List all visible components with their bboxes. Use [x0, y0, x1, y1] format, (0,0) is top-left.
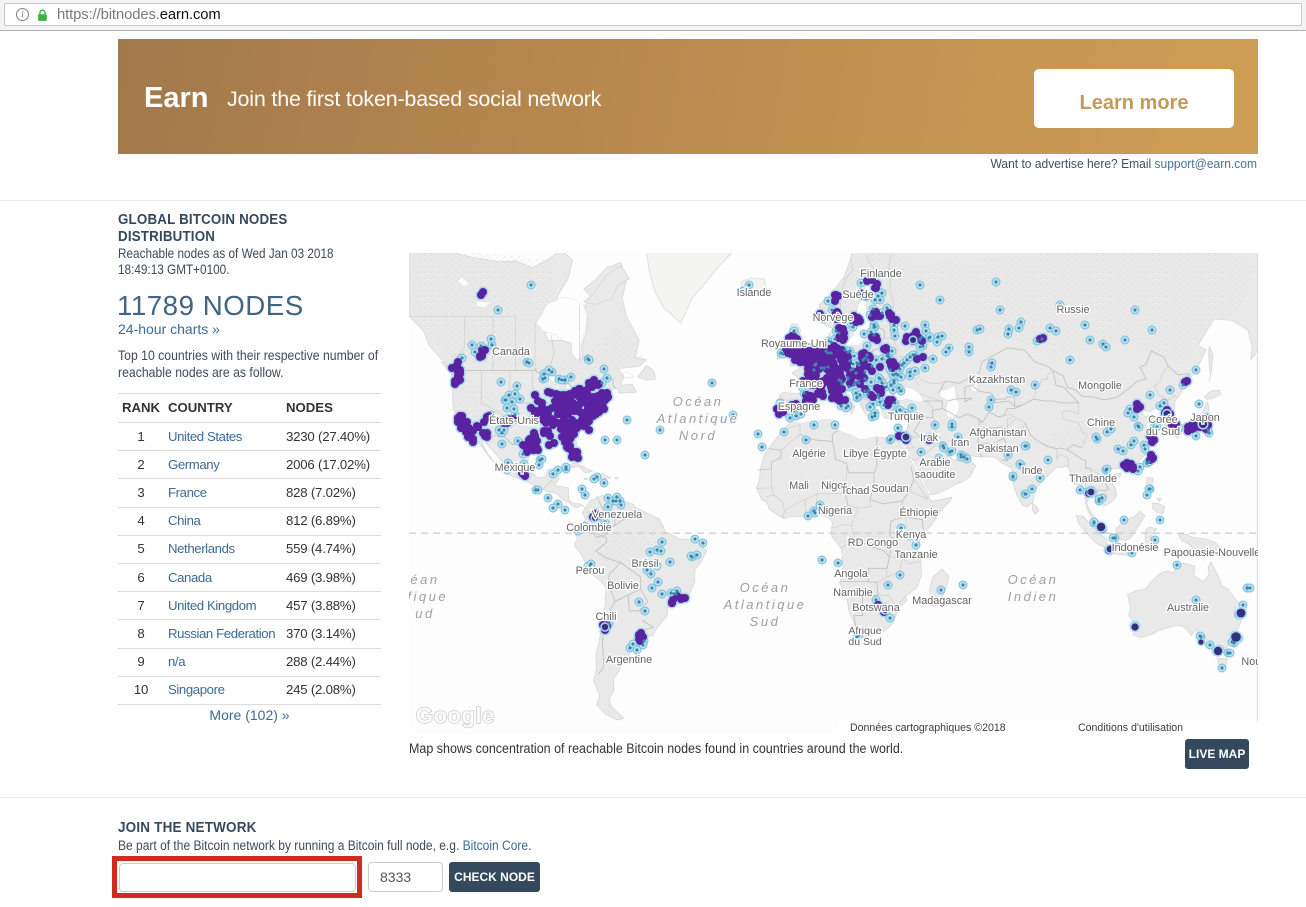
svg-text:Kazakhstan: Kazakhstan — [969, 374, 1025, 386]
svg-text:Iran: Iran — [951, 437, 970, 449]
svg-text:Atlantique: Atlantique — [723, 597, 807, 612]
svg-text:Australie: Australie — [1167, 602, 1209, 614]
svg-text:Océan: Océan — [673, 394, 724, 409]
svg-text:Tanzanie: Tanzanie — [894, 549, 937, 561]
svg-text:Égypte: Égypte — [873, 447, 907, 460]
svg-text:Libye: Libye — [843, 448, 869, 460]
svg-text:Soudan: Soudan — [871, 483, 908, 495]
svg-text:Kenya: Kenya — [896, 529, 927, 541]
svg-text:Google: Google — [416, 703, 495, 728]
svg-text:Atlantique: Atlantique — [656, 411, 740, 426]
svg-text:RD Congo: RD Congo — [848, 537, 898, 549]
svg-text:Données cartographiques ©2018: Données cartographiques ©2018 — [850, 722, 1006, 734]
svg-text:Algérie: Algérie — [792, 448, 826, 460]
svg-text:saoudite: saoudite — [915, 469, 956, 481]
svg-text:Mexique: Mexique — [495, 462, 536, 474]
svg-text:États-Unis: États-Unis — [489, 414, 539, 427]
svg-text:Bolivie: Bolivie — [607, 580, 639, 592]
svg-text:du Sud: du Sud — [1146, 426, 1180, 438]
svg-text:Nord: Nord — [679, 428, 717, 443]
svg-text:Argentine: Argentine — [606, 654, 652, 666]
svg-text:Namibie: Namibie — [833, 587, 873, 599]
svg-text:Botswana: Botswana — [852, 602, 899, 614]
svg-text:Suède: Suède — [842, 289, 873, 301]
svg-text:Japon: Japon — [1190, 412, 1219, 424]
svg-text:Océan: Océan — [1008, 572, 1059, 587]
svg-text:Océan: Océan — [740, 580, 791, 595]
svg-text:Conditions d'utilisation: Conditions d'utilisation — [1078, 722, 1183, 734]
svg-text:Brésil: Brésil — [632, 558, 659, 570]
svg-text:Norvège: Norvège — [813, 312, 854, 324]
svg-text:Irak: Irak — [920, 432, 939, 444]
svg-text:Papouasie-Nouvelle-G: Papouasie-Nouvelle-G — [1164, 547, 1258, 559]
svg-text:Chili: Chili — [596, 611, 617, 623]
svg-text:ifique: ifique — [409, 589, 448, 604]
svg-text:Colombie: Colombie — [566, 522, 612, 534]
svg-text:Espagne: Espagne — [778, 401, 821, 413]
svg-text:éan: éan — [410, 572, 439, 587]
svg-text:Arabie: Arabie — [919, 457, 950, 469]
svg-text:Nouv: Nouv — [1241, 656, 1258, 668]
svg-text:Pakistan: Pakistan — [977, 443, 1018, 455]
svg-text:Inde: Inde — [1021, 465, 1042, 477]
svg-text:Thaïlande: Thaïlande — [1069, 473, 1117, 485]
svg-text:Corée: Corée — [1148, 414, 1177, 426]
svg-text:ud: ud — [415, 606, 434, 621]
svg-text:Royaume-Uni: Royaume-Uni — [761, 338, 827, 350]
svg-text:Russie: Russie — [1056, 304, 1089, 316]
svg-text:Venezuela: Venezuela — [592, 509, 642, 521]
svg-text:Nigeria: Nigeria — [818, 505, 852, 517]
svg-text:Sud: Sud — [750, 614, 781, 629]
svg-text:Mali: Mali — [789, 480, 809, 492]
svg-text:Finlande: Finlande — [860, 268, 901, 280]
svg-text:Chine: Chine — [1087, 417, 1115, 429]
svg-text:Mongolie: Mongolie — [1078, 380, 1122, 392]
svg-text:Indien: Indien — [1008, 589, 1058, 604]
svg-text:Turquie: Turquie — [888, 411, 924, 423]
svg-text:Indonésie: Indonésie — [1112, 542, 1159, 554]
svg-text:Éthiopie: Éthiopie — [899, 506, 938, 519]
svg-text:Angola: Angola — [834, 568, 868, 580]
svg-text:du Sud: du Sud — [848, 636, 881, 648]
svg-text:Islande: Islande — [737, 287, 772, 299]
svg-text:Tchad: Tchad — [841, 485, 870, 497]
svg-text:France: France — [789, 378, 823, 390]
svg-text:Canada: Canada — [492, 346, 530, 358]
svg-text:Pérou: Pérou — [576, 565, 605, 577]
svg-text:Afghanistan: Afghanistan — [969, 427, 1026, 439]
svg-text:Madagascar: Madagascar — [912, 595, 972, 607]
